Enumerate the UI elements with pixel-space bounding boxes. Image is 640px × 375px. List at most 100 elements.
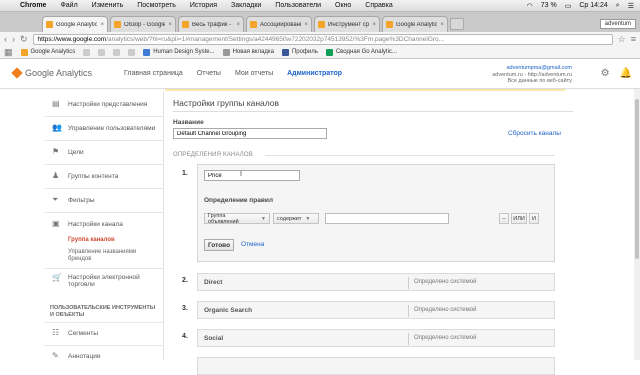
page-icon	[128, 48, 136, 56]
tab-close-icon[interactable]: ×	[372, 22, 376, 28]
bookmark-blank-1[interactable]	[83, 48, 91, 56]
sidebar-item-channel-settings[interactable]: ▣ Настройки канала	[52, 220, 123, 228]
bell-icon[interactable]: 🔔	[620, 68, 632, 79]
profile-button[interactable]: adventum	[599, 19, 636, 29]
operator-dropdown[interactable]: содержит ▼	[273, 213, 319, 224]
sidebar-item-ecommerce[interactable]: 🛒 Настройки электронной торговли	[52, 274, 148, 289]
menu-file[interactable]: Файл	[60, 2, 77, 9]
channel-number: 3.	[182, 305, 188, 312]
tab-google-analytics-2[interactable]: Google Analytics ×	[382, 16, 448, 32]
battery-percent[interactable]: 73 %	[541, 2, 557, 9]
gear-icon[interactable]: ⚙	[601, 68, 610, 79]
nav-reports[interactable]: Отчеты	[197, 70, 221, 77]
bookmark-ga[interactable]: Google Analytics	[20, 48, 75, 56]
page-scrollbar[interactable]	[634, 89, 640, 360]
menu-edit[interactable]: Изменить	[92, 2, 124, 9]
divider	[44, 188, 164, 189]
channel-row-social[interactable]: Social Определено системой	[197, 329, 555, 347]
tab-compare-tool[interactable]: Инструмент сравнени ×	[314, 16, 380, 32]
forward-icon[interactable]: ›	[12, 34, 15, 44]
back-icon[interactable]: ‹	[4, 34, 7, 44]
page-icon	[113, 48, 121, 56]
nav-home[interactable]: Главная страница	[124, 70, 183, 77]
bookmark-human-design[interactable]: Human Design Syste...	[143, 48, 215, 56]
ga-logo[interactable]: Google Analytics	[11, 67, 92, 79]
sidebar-item-content-groups[interactable]: ♟ Группы контента	[52, 172, 118, 180]
sidebar-item-goals[interactable]: ⚑ Цели	[52, 148, 84, 156]
bookmark-profile[interactable]: Профиль	[281, 48, 318, 56]
bookmark-label: Профиль	[291, 49, 318, 55]
channel-definition: Определено системой	[414, 307, 477, 313]
tab-associated[interactable]: Ассоциированные кон ×	[246, 16, 312, 32]
sidebar-item-filters[interactable]: ⏷ Фильтры	[52, 196, 95, 204]
ga-favicon-icon	[114, 21, 121, 28]
users-icon: 👥	[52, 123, 62, 132]
or-button[interactable]: ИЛИ	[511, 213, 527, 224]
tab-obzor[interactable]: Обзор - Google Analy ×	[110, 16, 176, 32]
rule-value-input[interactable]	[325, 213, 449, 224]
and-button[interactable]: И	[529, 213, 539, 224]
tab-title: Google Analytics	[396, 21, 438, 28]
ga-favicon-icon	[46, 21, 53, 28]
menu-app[interactable]: Chrome	[20, 2, 46, 9]
dropdown-value: содержит	[277, 215, 302, 222]
reload-icon[interactable]: ↻	[20, 34, 28, 45]
sidebar-item-segments[interactable]: ☷ Сегменты	[52, 329, 98, 337]
list-icon[interactable]: ☰	[628, 2, 634, 10]
star-icon[interactable]: ☆	[618, 34, 626, 45]
sidebar-subitem-brand-terms[interactable]: Управление названиями брендов	[68, 249, 158, 263]
menu-view[interactable]: Посмотреть	[137, 2, 176, 9]
menu-window[interactable]: Окно	[335, 2, 351, 9]
sidebar-item-users[interactable]: 👥 Управление пользователями	[52, 124, 155, 132]
sidebar-item-annotations[interactable]: ✎ Аннотации	[52, 352, 101, 360]
bookmark-blank-3[interactable]	[113, 48, 121, 56]
cancel-link[interactable]: Отмена	[241, 241, 264, 248]
sidebar-item-view-settings[interactable]: ▤ Настройки представления	[52, 100, 147, 108]
person-icon: ♟	[52, 171, 60, 180]
sidebar-subitem-channel-grouping[interactable]: Группа каналов	[68, 237, 115, 244]
account-selector[interactable]: adventumpma@gmail.com adventum.ru - http…	[492, 65, 572, 85]
menu-users[interactable]: Пользователи	[275, 2, 321, 9]
tab-close-icon[interactable]: ×	[100, 22, 104, 28]
menu-bookmarks[interactable]: Закладки	[231, 2, 261, 9]
new-tab-button[interactable]	[450, 18, 464, 30]
bookmark-label: Новая вкладка	[232, 49, 274, 55]
page-title: Настройки группы каналов	[173, 98, 280, 108]
divider	[44, 322, 164, 323]
header-icons: ⚙ 🔔	[601, 68, 632, 79]
menu-help[interactable]: Справка	[365, 2, 392, 9]
grouping-name-input[interactable]	[173, 128, 327, 139]
wifi-icon[interactable]: ◠	[527, 2, 533, 10]
done-button[interactable]: Готово	[204, 239, 234, 251]
nav-admin[interactable]: Администратор	[287, 70, 342, 77]
channel-row-organic[interactable]: Organic Search Определено системой	[197, 301, 555, 319]
search-icon[interactable]: ⌕	[616, 2, 620, 10]
nav-my-reports[interactable]: Мои отчеты	[235, 70, 273, 77]
tab-ves-trafik[interactable]: Весь трафик - Google A ×	[178, 16, 244, 32]
url-field[interactable]: https://www.google.com /analytics/web/?h…	[32, 33, 613, 45]
reset-channels-link[interactable]: Сбросить каналы	[508, 130, 561, 137]
tab-close-icon[interactable]: ×	[168, 22, 172, 28]
tab-title: Весь трафик - Google A	[192, 21, 233, 28]
tab-close-icon[interactable]: ×	[236, 22, 240, 28]
apps-icon[interactable]: ▦	[4, 47, 13, 58]
battery-icon[interactable]: ▭	[565, 2, 572, 10]
dimension-dropdown[interactable]: Группа объявлений ▼	[204, 213, 270, 225]
menu-history[interactable]: История	[190, 2, 217, 9]
clock[interactable]: Ср 14:24	[579, 2, 607, 9]
tab-close-icon[interactable]: ×	[440, 22, 444, 28]
sidebar-item-label: Настройки представления	[68, 100, 148, 108]
bookmark-blank-2[interactable]	[98, 48, 106, 56]
channel-name-input[interactable]	[204, 170, 300, 181]
tab-close-icon[interactable]: ×	[304, 22, 308, 28]
bookmark-new-tab[interactable]: Новая вкладка	[222, 48, 274, 56]
menu-icon[interactable]: ≡	[631, 34, 636, 44]
sidebar-item-label: Группы контента	[68, 172, 119, 180]
tab-google-analytics-1[interactable]: Google Analytics ×	[42, 16, 108, 32]
remove-rule-button[interactable]: –	[499, 213, 509, 224]
bookmark-svodnaya[interactable]: Сводная Go Analytic...	[325, 48, 397, 56]
divider	[408, 333, 409, 345]
channel-row-direct[interactable]: Direct Определено системой	[197, 273, 555, 291]
bookmark-blank-4[interactable]	[128, 48, 136, 56]
scrollbar-thumb[interactable]	[635, 99, 639, 259]
